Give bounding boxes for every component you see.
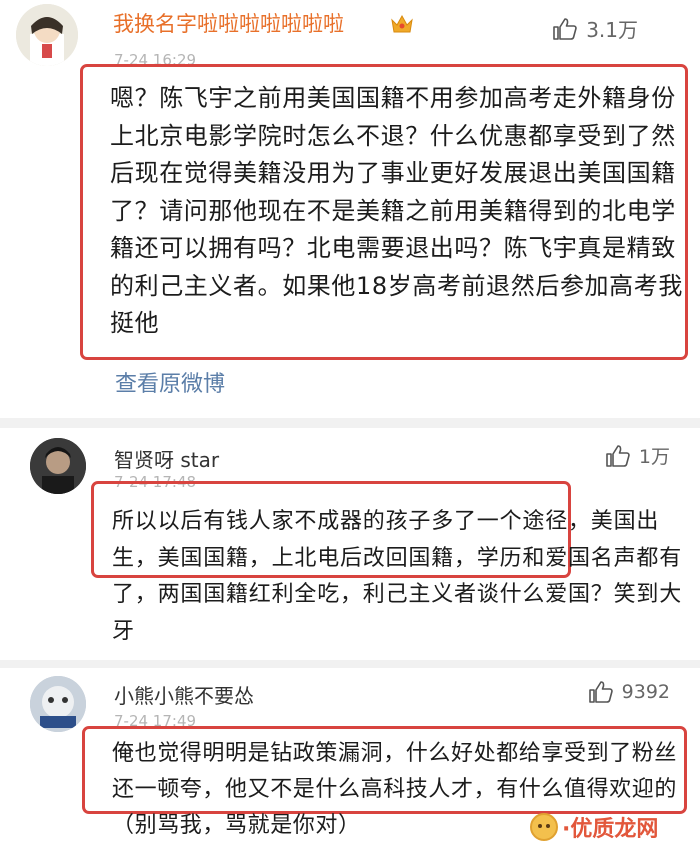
like-button[interactable]: 9392 [588, 680, 670, 704]
thumbs-up-icon [606, 444, 630, 467]
comment-card: 智贤呀 star 7-24 17:48 1万 所以以后有钱人家不成器的孩子多了一… [0, 428, 700, 660]
avatar[interactable] [30, 676, 86, 732]
username[interactable]: 我换名字啦啦啦啦啦啦啦 [113, 8, 344, 38]
thumbs-up-icon [588, 681, 613, 703]
crown-icon [391, 14, 413, 33]
avatar[interactable] [30, 438, 86, 494]
divider [0, 418, 700, 428]
watermark-text: ·优质龙网 [562, 817, 659, 842]
like-count: 1万 [638, 446, 670, 468]
view-original-link[interactable]: 查看原微博 [115, 366, 225, 398]
like-count: 9392 [621, 681, 670, 703]
username[interactable]: 小熊小熊不要怂 [114, 680, 254, 709]
avatar[interactable] [16, 4, 78, 66]
comment-text: 嗯？陈飞宇之前用美国国籍不用参加高考走外籍身份上北京电影学院时怎么不退？什么优惠… [110, 84, 683, 337]
watermark: ·优质龙网 [530, 811, 658, 843]
emoji-face-icon [530, 813, 558, 841]
username[interactable]: 智贤呀 star [114, 444, 219, 473]
like-count: 3.1万 [586, 18, 638, 42]
like-button[interactable]: 3.1万 [552, 14, 638, 43]
thumbs-up-icon [553, 17, 577, 40]
comment-card: 我换名字啦啦啦啦啦啦啦 7-24 16:29 3.1万 嗯？陈飞宇之前用美国国籍… [0, 0, 700, 418]
divider [0, 660, 700, 668]
comment-text: 所以以后有钱人家不成器的孩子多了一个途径，美国出生，美国国籍，上北电后改回国籍，… [112, 509, 683, 644]
like-button[interactable]: 1万 [605, 442, 670, 469]
